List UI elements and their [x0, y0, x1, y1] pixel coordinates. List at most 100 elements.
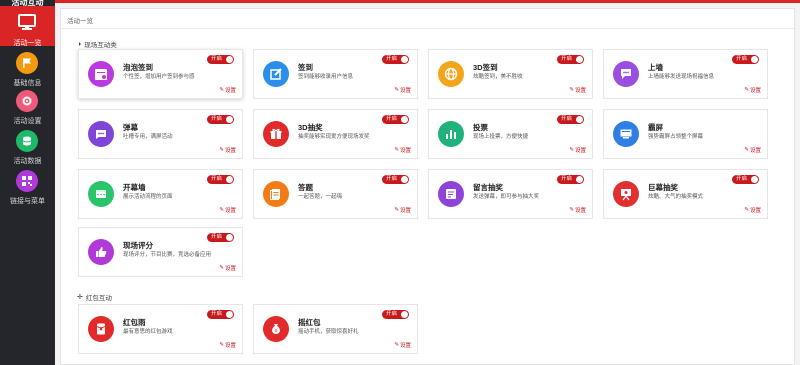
sidebar-item-activity-settings[interactable]: 活动设置: [0, 86, 55, 126]
enable-toggle[interactable]: 开启: [207, 115, 234, 124]
card-opening-wall[interactable]: 开幕墙 展示活动流程的页面 开启 ✎ 设置: [78, 169, 243, 219]
card-screen-takeover[interactable]: 霸屏 强势霸屏占领整个屏幕 ✎ 设置: [603, 109, 768, 159]
edit-icon: ✎: [569, 207, 574, 213]
card-3d-checkin[interactable]: 3D签到 炫酷签到，美不胜收 开启 ✎ 设置: [428, 49, 593, 99]
enable-toggle[interactable]: 开启: [557, 175, 584, 184]
enable-toggle[interactable]: 开启: [382, 55, 409, 64]
enable-toggle[interactable]: 开启: [382, 115, 409, 124]
settings-label: 设置: [399, 88, 411, 94]
top-accent-bar: [0, 0, 800, 3]
card-title: 红包雨: [123, 318, 146, 327]
settings-link[interactable]: ✎ 设置: [219, 206, 236, 214]
enable-toggle[interactable]: 开启: [207, 233, 234, 242]
quiz-icon: [263, 181, 289, 207]
sidebar-item-basic-info[interactable]: 基础信息: [0, 48, 55, 88]
edit-icon: ✎: [219, 207, 224, 213]
sidebar-item-label: 活动设置: [13, 118, 42, 125]
toggle-knob: [401, 311, 408, 318]
edit-icon: ✎: [744, 207, 749, 213]
card-description: 发送弹幕，即可参与抽大奖: [473, 194, 540, 200]
comment-icon: [88, 121, 114, 147]
thumbs-up-icon: [88, 239, 114, 265]
enable-toggle[interactable]: 开启: [207, 175, 234, 184]
chat-icon: [613, 61, 639, 87]
settings-link[interactable]: ✎ 设置: [219, 146, 236, 154]
settings-link[interactable]: ✎ 设置: [744, 146, 761, 154]
section-title: 红包互动: [85, 295, 112, 302]
settings-label: 设置: [399, 208, 411, 214]
settings-label: 设置: [399, 343, 411, 349]
settings-link[interactable]: ✎ 设置: [394, 146, 411, 154]
settings-link[interactable]: ✎ 设置: [219, 264, 236, 272]
card-vote[interactable]: 投票 现场上投票，方便快捷 开启 ✎ 设置: [428, 109, 593, 159]
bar-chart-icon: [438, 121, 464, 147]
card-danmaku[interactable]: 弹幕 吐槽专用，满屏活动 开启 ✎ 设置: [78, 109, 243, 159]
settings-link[interactable]: ✎ 设置: [394, 341, 411, 349]
sidebar-item-links-menu[interactable]: 链接与菜单: [0, 166, 55, 206]
card-description: 现场上投票，方便快捷: [473, 134, 529, 140]
toggle-label: 开启: [211, 56, 223, 62]
edit-icon: ✎: [569, 87, 574, 93]
settings-label: 设置: [574, 88, 586, 94]
enable-toggle[interactable]: 开启: [732, 55, 759, 64]
enable-toggle[interactable]: 开启: [207, 310, 234, 319]
card-shake-red-envelope[interactable]: ¥ 摇红包 摇动手机，获取惊喜好礼 开启 ✎ 设置: [253, 304, 418, 354]
card-3d-lottery[interactable]: 3D抽奖 抽奖能够实现爱方便现场发奖 开启 ✎ 设置: [253, 109, 418, 159]
card-title: 现场评分: [123, 241, 153, 250]
toggle-knob: [401, 176, 408, 183]
toggle-knob: [751, 56, 758, 63]
sidebar-item-activity-overview[interactable]: 活动一览: [0, 6, 55, 47]
card-description: 最有意思的红包游戏: [123, 329, 173, 335]
card-message-lottery[interactable]: 留言抽奖 发送弹幕，即可参与抽大奖 开启 ✎ 设置: [428, 169, 593, 219]
card-title: 3D签到: [473, 63, 498, 72]
card-description: 个性签，增加用户签到参与感: [123, 74, 195, 80]
settings-link[interactable]: ✎ 设置: [569, 86, 586, 94]
card-bubble-checkin[interactable]: 泡泡签到 个性签，增加用户签到参与感 开启 ✎ 设置: [78, 49, 243, 99]
card-title: 巨幕抽奖: [648, 183, 678, 192]
grid-icon: [88, 181, 114, 207]
edit-icon: ✎: [219, 342, 224, 348]
settings-link[interactable]: ✎ 设置: [219, 86, 236, 94]
settings-link[interactable]: ✎ 设置: [744, 206, 761, 214]
card-title: 弹幕: [123, 123, 138, 132]
toggle-label: 开启: [736, 176, 748, 182]
half-circle-icon: ◑: [77, 40, 82, 48]
settings-label: 设置: [224, 88, 236, 94]
card-title: 3D抽奖: [298, 123, 323, 132]
section-red-packet: ✛ 红包互动: [77, 292, 112, 302]
enable-toggle[interactable]: 开启: [557, 55, 584, 64]
edit-icon: ✎: [219, 265, 224, 271]
main-content: 活动一览 ◑ 现场互动类 ✛ 红包互动 泡泡签到 个性签，增加用户签到参与感 开…: [60, 8, 795, 365]
edit-icon: ✎: [219, 147, 224, 153]
card-red-envelope-rain[interactable]: 红包雨 最有意思的红包游戏 开启 ✎ 设置: [78, 304, 243, 354]
enable-toggle[interactable]: 开启: [732, 175, 759, 184]
toggle-knob: [226, 56, 233, 63]
toggle-knob: [751, 176, 758, 183]
toggle-knob: [226, 176, 233, 183]
settings-link[interactable]: ✎ 设置: [394, 206, 411, 214]
card-quiz[interactable]: 答题 一起答题，一起嗨 开启 ✎ 设置: [253, 169, 418, 219]
card-live-scoring[interactable]: 现场评分 现场评分，节目比赛，竞选必备应用 开启 ✎ 设置: [78, 227, 243, 277]
enable-toggle[interactable]: 开启: [557, 115, 584, 124]
settings-label: 设置: [224, 343, 236, 349]
toggle-label: 开启: [211, 116, 223, 122]
settings-link[interactable]: ✎ 设置: [394, 86, 411, 94]
edit-icon: ✎: [744, 87, 749, 93]
card-description: 炫酷、大气的抽奖模式: [648, 194, 704, 200]
enable-toggle[interactable]: 开启: [382, 175, 409, 184]
settings-label: 设置: [224, 148, 236, 154]
enable-toggle[interactable]: 开启: [207, 55, 234, 64]
card-giant-screen-lottery[interactable]: 巨幕抽奖 炫酷、大气的抽奖模式 开启 ✎ 设置: [603, 169, 768, 219]
settings-label: 设置: [399, 148, 411, 154]
enable-toggle[interactable]: 开启: [382, 310, 409, 319]
sidebar-item-activity-data[interactable]: 活动数据: [0, 126, 55, 166]
settings-link[interactable]: ✎ 设置: [569, 206, 586, 214]
settings-link[interactable]: ✎ 设置: [569, 146, 586, 154]
settings-link[interactable]: ✎ 设置: [219, 341, 236, 349]
card-checkin[interactable]: 签到 签到能够收录用户信息 开启 ✎ 设置: [253, 49, 418, 99]
card-wall[interactable]: 上墙 上墙能够发送现场祝福信息 开启 ✎ 设置: [603, 49, 768, 99]
edit-icon: ✎: [394, 207, 399, 213]
card-title: 泡泡签到: [123, 63, 153, 72]
edit-icon: [263, 61, 289, 87]
settings-link[interactable]: ✎ 设置: [744, 86, 761, 94]
